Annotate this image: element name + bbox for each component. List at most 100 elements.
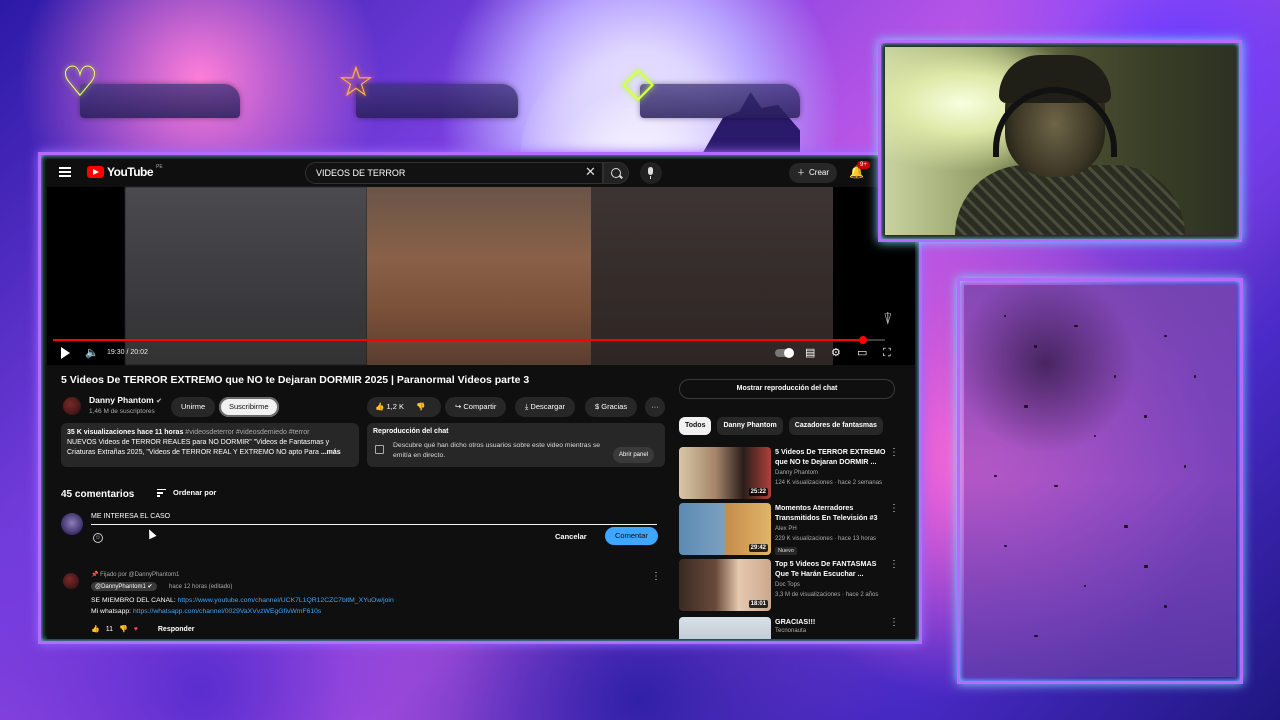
open-panel-button[interactable]: Abrir panel xyxy=(613,447,655,463)
more-actions-icon[interactable]: ··· xyxy=(645,397,665,417)
recommendation-item[interactable]: 29:42 Momentos Aterradores Transmitidos … xyxy=(679,503,899,557)
comment-input[interactable]: ME INTERESA EL CASO xyxy=(91,513,657,525)
recommendation-item[interactable]: 25:22 5 Videos De TERROR EXTREMO que NO … xyxy=(679,447,899,501)
recommendation-thumbnail[interactable]: 18:01 xyxy=(679,559,771,611)
theater-mode-icon[interactable]: ▭ xyxy=(857,347,867,359)
subscribe-button[interactable]: Suscribirme xyxy=(219,397,279,417)
recommendation-channel[interactable]: Alex PH xyxy=(775,526,797,532)
recommendation-thumbnail[interactable] xyxy=(679,617,771,639)
progress-scrubber[interactable] xyxy=(859,336,868,344)
subtitles-icon[interactable]: ▤ xyxy=(805,347,815,359)
comment-like-icon[interactable]: 👍 xyxy=(91,625,100,633)
description-line-2: Criaturas Extrañas 2025, "Videos de TERR… xyxy=(67,449,319,456)
show-chat-replay-button[interactable]: Mostrar reproducción del chat xyxy=(679,379,895,399)
download-label: Descargar xyxy=(530,402,566,411)
particle-speck xyxy=(1054,485,1058,487)
particle-speck xyxy=(1164,335,1167,337)
recommendation-title[interactable]: Momentos Aterradores Transmitidos En Tel… xyxy=(775,503,887,523)
channel-avatar[interactable] xyxy=(63,397,81,415)
member-link[interactable]: https://www.youtube.com/channel/UCK7L1QR… xyxy=(178,597,394,604)
chat-icon xyxy=(375,445,384,454)
like-count[interactable]: 1,2 K xyxy=(386,402,404,411)
particle-speck xyxy=(1004,545,1007,547)
show-more-link[interactable]: ...más xyxy=(321,449,341,456)
channel-name[interactable]: Danny Phantom ✔ xyxy=(89,395,162,405)
hashtags[interactable]: #videosdeterror #videosdemiedo #terror xyxy=(185,429,309,436)
settings-gear-icon[interactable]: ⚙ xyxy=(831,347,841,359)
recommendation-menu-icon[interactable]: ⋮ xyxy=(889,503,899,514)
join-button[interactable]: Unirme xyxy=(171,397,216,417)
download-icon: ⤓ xyxy=(525,402,529,411)
play-icon[interactable] xyxy=(61,347,70,359)
comment-submit-button[interactable]: Comentar xyxy=(605,527,658,545)
volume-icon[interactable]: 🔈 xyxy=(85,347,99,359)
sort-by-button[interactable]: Ordenar por xyxy=(173,488,216,497)
chip-channel[interactable]: Danny Phantom xyxy=(717,417,783,435)
autoplay-toggle[interactable] xyxy=(775,348,794,358)
comment-menu-icon[interactable]: ⋮ xyxy=(651,571,661,582)
comment-line-2-text: Mi whatsapp: xyxy=(91,608,133,615)
clear-search-icon[interactable]: ✕ xyxy=(585,164,596,180)
voice-search-button[interactable] xyxy=(640,162,662,184)
recommendation-title[interactable]: Top 5 Videos De FANTASMAS Que Te Harán E… xyxy=(775,559,887,579)
pinned-comment-avatar[interactable] xyxy=(63,573,79,589)
recommendation-meta: 229 K visualizaciones · hace 13 horas xyxy=(775,536,877,542)
chat-replay-text: Descubre qué han dicho otros usuarios so… xyxy=(393,442,601,459)
recommendation-meta: 124 K visualizaciones · hace 2 semanas xyxy=(775,480,883,486)
recommendation-title[interactable]: 5 Videos De TERROR EXTREMO que NO te Dej… xyxy=(775,447,887,467)
particle-speck xyxy=(1004,315,1006,317)
recommendation-channel[interactable]: Tecnonauta xyxy=(775,628,806,634)
webcam-feed xyxy=(885,47,1235,235)
youtube-play-icon xyxy=(87,166,104,178)
video-player[interactable]: ⍒ 🔈 19:30 / 20:02 ▤ ⚙ ▭ ⛶ xyxy=(47,187,915,365)
chip-ghost-hunters[interactable]: Cazadores de fantasmas xyxy=(788,417,883,435)
search-button[interactable] xyxy=(603,162,629,184)
youtube-page: YouTube PE VIDEOS DE TERROR ✕ ＋ Crear 🔔 … xyxy=(47,159,915,639)
particle-speck xyxy=(1024,405,1028,408)
particle-speck xyxy=(1074,325,1078,327)
webcam-frame xyxy=(878,40,1242,242)
secondary-panel xyxy=(957,278,1243,684)
recommendation-thumbnail[interactable]: 25:22 xyxy=(679,447,771,499)
emoji-icon[interactable]: ☺ xyxy=(93,533,103,543)
recommendation-channel[interactable]: Danny Phantom xyxy=(775,470,818,476)
author-handle: @DannyPhantom1 xyxy=(95,584,146,590)
dislike-icon[interactable]: 👎 xyxy=(416,402,425,411)
verified-icon: ✔ xyxy=(147,584,153,590)
share-button[interactable]: ↪ Compartir xyxy=(445,397,507,417)
chip-all[interactable]: Todos xyxy=(679,417,712,435)
youtube-header: YouTube PE VIDEOS DE TERROR ✕ ＋ Crear 🔔 … xyxy=(47,159,915,187)
download-button[interactable]: ⤓ Descargar xyxy=(515,397,576,417)
particle-speck xyxy=(1184,465,1186,468)
recommendation-menu-icon[interactable]: ⋮ xyxy=(889,559,899,570)
recommendation-channel[interactable]: Doc Tops xyxy=(775,582,800,588)
search-input[interactable]: VIDEOS DE TERROR xyxy=(305,162,603,184)
like-icon[interactable]: 👍 xyxy=(375,402,384,411)
create-button[interactable]: ＋ Crear xyxy=(789,163,838,183)
thanks-button[interactable]: $ Gracias xyxy=(585,397,638,417)
recommendation-menu-icon[interactable]: ⋮ xyxy=(889,447,899,458)
reply-button[interactable]: Responder xyxy=(158,626,195,633)
recommendation-menu-icon[interactable]: ⋮ xyxy=(889,617,899,628)
recommendation-item[interactable]: 18:01 Top 5 Videos De FANTASMAS Que Te H… xyxy=(679,559,899,613)
whatsapp-link[interactable]: https://whatsapp.com/channel/0029VaXVvzW… xyxy=(133,608,321,615)
fullscreen-icon[interactable]: ⛶ xyxy=(883,347,891,359)
thanks-icon: $ xyxy=(595,402,600,411)
comment-author-chip[interactable]: @DannyPhantom1 ✔ xyxy=(91,582,157,591)
particle-speck xyxy=(1114,375,1116,378)
particle-speck xyxy=(994,475,997,477)
cancel-button[interactable]: Cancelar xyxy=(555,532,587,541)
comment-dislike-icon[interactable]: 👎 xyxy=(119,625,128,633)
progress-fill xyxy=(53,339,864,341)
particle-speck xyxy=(1144,415,1147,418)
video-description[interactable]: 35 K visualizaciones hace 11 horas #vide… xyxy=(61,423,359,467)
progress-bar[interactable] xyxy=(53,336,885,344)
menu-icon[interactable] xyxy=(59,167,71,177)
youtube-logo[interactable]: YouTube PE xyxy=(87,164,163,179)
creator-heart-icon: ♥ xyxy=(133,625,138,633)
recommendation-thumbnail[interactable]: 29:42 xyxy=(679,503,771,555)
recommendation-item[interactable]: GRACIAS!!! Tecnonauta ⋮ xyxy=(679,617,899,639)
particle-speck xyxy=(1034,635,1038,637)
sort-icon[interactable] xyxy=(157,489,166,497)
recommendation-title[interactable]: GRACIAS!!! xyxy=(775,617,887,627)
